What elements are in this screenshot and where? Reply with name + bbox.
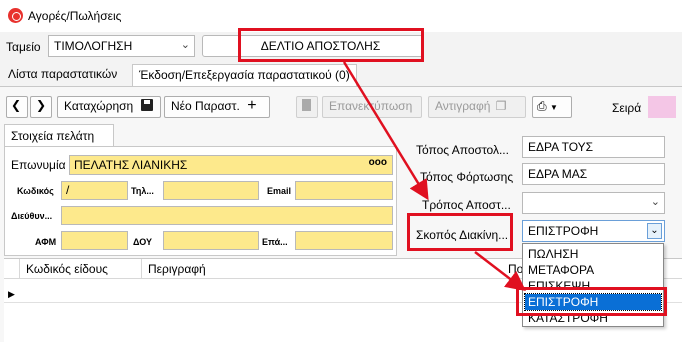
chevron-left-icon: ❮ bbox=[11, 98, 22, 112]
plus-icon: + bbox=[247, 97, 257, 114]
tab-document-list[interactable]: Λίστα παραστατικών bbox=[2, 64, 123, 86]
printer-icon: ⎙ bbox=[537, 99, 547, 113]
address-field[interactable] bbox=[61, 206, 393, 225]
column-header-code[interactable]: Κωδικός είδους bbox=[20, 259, 142, 279]
email-field[interactable] bbox=[295, 181, 393, 200]
purpose-option-sale[interactable]: ΠΩΛΗΣΗ bbox=[525, 246, 661, 262]
destination-field[interactable]: ΕΔΡΑ ΤΟΥΣ bbox=[522, 136, 665, 158]
occupation-label: Επά... bbox=[262, 237, 288, 247]
chevron-right-icon: ❯ bbox=[36, 98, 47, 112]
chevron-down-icon[interactable]: ⌄ bbox=[181, 38, 190, 51]
cashier-value: ΤΙΜΟΛΟΓΗΣΗ bbox=[54, 39, 133, 53]
loading-place-value: ΕΔΡΑ ΜΑΣ bbox=[528, 167, 588, 181]
destination-value: ΕΔΡΑ ΤΟΥΣ bbox=[528, 140, 594, 154]
chevron-down-icon[interactable]: ▼ bbox=[550, 103, 558, 112]
more-options-icon[interactable]: ooo bbox=[369, 157, 387, 168]
code-label: Κωδικός bbox=[17, 186, 54, 196]
occupation-field[interactable] bbox=[295, 231, 393, 250]
shipping-method-label: Τρόπος Αποστ... bbox=[422, 198, 511, 212]
copy-icon: ❐ bbox=[495, 99, 507, 113]
phone-field[interactable] bbox=[163, 181, 259, 200]
phone-label: Τηλ... bbox=[131, 186, 154, 196]
app-logo-icon bbox=[8, 8, 23, 23]
doy-label: ΔΟΥ bbox=[133, 237, 152, 247]
new-document-button[interactable]: Νέο Παραστ. + bbox=[164, 96, 270, 118]
annotation-box-return-option bbox=[516, 287, 667, 316]
purpose-value: ΕΠΙΣΤΡΟΦΗ bbox=[528, 224, 599, 238]
copy-button-label: Αντιγραφή bbox=[435, 99, 491, 113]
series-label: Σειρά bbox=[612, 101, 642, 115]
save-button[interactable]: Καταχώρηση bbox=[57, 96, 161, 118]
tab-edit-document[interactable]: Έκδοση/Επεξεργασία παραστατικού (0) bbox=[132, 64, 357, 86]
email-label: Email bbox=[267, 186, 292, 196]
column-header-description[interactable]: Περιγραφή bbox=[142, 259, 510, 279]
destination-label: Τόπος Αποστολ... bbox=[416, 143, 509, 157]
next-button[interactable]: ❯ bbox=[30, 96, 52, 118]
name-label: Επωνυμία bbox=[11, 158, 66, 172]
afm-field[interactable] bbox=[61, 231, 128, 250]
new-document-label: Νέο Παραστ. bbox=[171, 99, 240, 113]
row-header bbox=[4, 259, 20, 279]
customer-name-field[interactable]: ΠΕΛΑΤΗΣ ΛΙΑΝΙΚΗΣ ooo bbox=[69, 155, 393, 175]
chevron-down-icon[interactable]: ⌄ bbox=[651, 195, 660, 208]
cashier-label: Ταμείο bbox=[6, 40, 41, 54]
window-title: Αγορές/Πωλήσεις bbox=[28, 9, 122, 23]
customer-code-value: / bbox=[66, 183, 70, 197]
address-label: Διεύθυν... bbox=[11, 211, 53, 221]
purpose-option-transfer[interactable]: ΜΕΤΑΦΟΡΑ bbox=[525, 262, 661, 278]
loading-place-field[interactable]: ΕΔΡΑ ΜΑΣ bbox=[522, 163, 665, 185]
reprint-button[interactable]: Επανεκτύπωση bbox=[322, 96, 422, 118]
reprint-button-label: Επανεκτύπωση bbox=[329, 99, 413, 113]
customer-code-field[interactable]: / bbox=[61, 181, 128, 200]
annotation-box-purpose-label bbox=[407, 213, 513, 251]
purpose-select[interactable]: ΕΠΙΣΤΡΟΦΗ ⌄ bbox=[522, 220, 665, 242]
customer-name-value: ΠΕΛΑΤΗΣ ΛΙΑΝΙΚΗΣ bbox=[74, 158, 188, 172]
trash-icon bbox=[302, 99, 311, 111]
series-field[interactable] bbox=[648, 96, 676, 118]
print-button[interactable]: ⎙ ▼ bbox=[532, 96, 572, 118]
save-button-label: Καταχώρηση bbox=[64, 99, 134, 113]
doy-field[interactable] bbox=[163, 231, 259, 250]
copy-button[interactable]: Αντιγραφή ❐ bbox=[428, 96, 526, 118]
tab-strip: Λίστα παραστατικών Έκδοση/Επεξεργασία πα… bbox=[0, 64, 682, 86]
previous-button[interactable]: ❮ bbox=[6, 96, 28, 118]
tab-customer-details[interactable]: Στοιχεία πελάτη bbox=[4, 124, 114, 147]
floppy-disk-icon bbox=[140, 99, 153, 111]
chevron-down-icon[interactable]: ⌄ bbox=[647, 223, 662, 239]
delete-button[interactable] bbox=[296, 96, 318, 118]
loading-place-label: Τόπος Φόρτωσης bbox=[420, 170, 514, 184]
cashier-select[interactable]: ΤΙΜΟΛΟΓΗΣΗ ⌄ bbox=[48, 35, 195, 57]
shipping-method-select[interactable]: ⌄ bbox=[522, 192, 665, 214]
customer-panel: Επωνυμία ΠΕΛΑΤΗΣ ΛΙΑΝΙΚΗΣ ooo Κωδικός / … bbox=[4, 146, 397, 256]
afm-label: ΑΦΜ bbox=[35, 237, 57, 247]
annotation-box-document-type bbox=[238, 28, 424, 62]
